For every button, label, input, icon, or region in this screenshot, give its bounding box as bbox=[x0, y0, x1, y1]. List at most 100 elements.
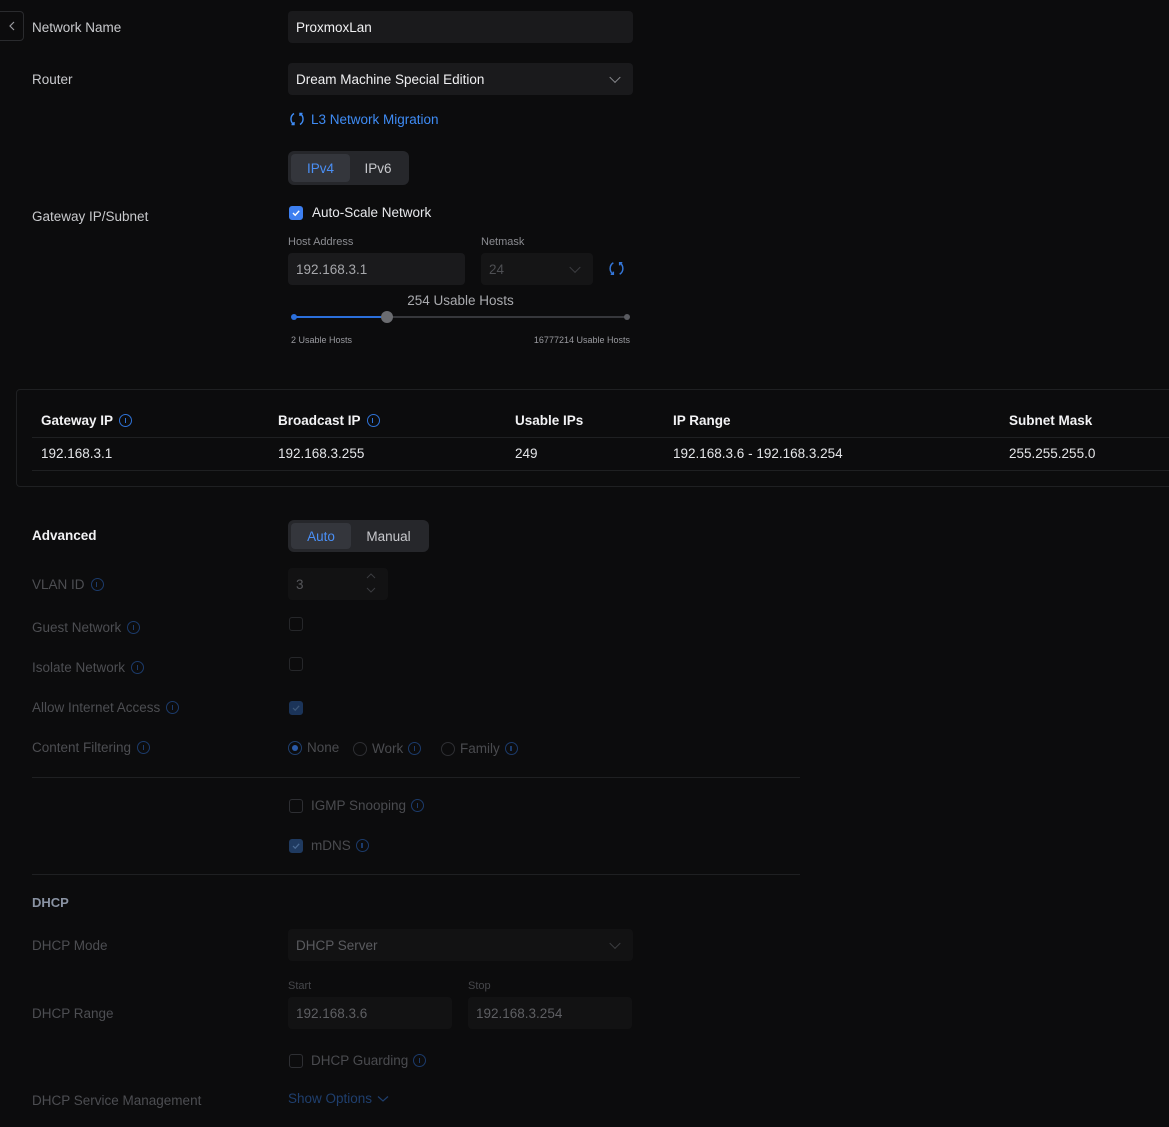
info-icon[interactable] bbox=[127, 621, 141, 634]
column-header-label: Gateway IP bbox=[41, 413, 114, 428]
host-address-input[interactable]: 192.168.3.1 bbox=[288, 253, 465, 285]
info-icon[interactable] bbox=[413, 1054, 427, 1067]
ip-version-ipv6[interactable]: IPv6 bbox=[350, 154, 406, 182]
section-divider bbox=[32, 777, 800, 778]
dhcp-mode-select[interactable]: DHCP Server bbox=[288, 929, 633, 961]
column-header-subnet-mask: Subnet Mask bbox=[1009, 413, 1093, 428]
mdns-label: mDNS bbox=[311, 838, 369, 853]
check-icon bbox=[292, 843, 300, 850]
sync-icon bbox=[290, 112, 304, 126]
radio-none[interactable] bbox=[288, 740, 302, 755]
vlan-id-value: 3 bbox=[296, 576, 304, 592]
allow-internet-checkbox[interactable] bbox=[289, 701, 303, 715]
host-address-value: 192.168.3.1 bbox=[296, 261, 368, 277]
ip-version-ipv4[interactable]: IPv4 bbox=[291, 154, 350, 182]
stepper-down-icon[interactable] bbox=[366, 586, 376, 594]
section-divider bbox=[32, 874, 800, 875]
back-button[interactable] bbox=[0, 11, 24, 41]
netmask-value: 24 bbox=[489, 261, 505, 277]
info-icon[interactable] bbox=[119, 414, 133, 427]
slider-min-label: 2 Usable Hosts bbox=[291, 335, 353, 345]
gateway-subnet-label: Gateway IP/Subnet bbox=[32, 209, 149, 224]
content-filter-none[interactable]: None bbox=[288, 740, 339, 755]
chevron-down-icon bbox=[569, 261, 581, 274]
router-select[interactable]: Dream Machine Special Edition bbox=[288, 63, 633, 95]
show-options-link[interactable]: Show Options bbox=[288, 1091, 389, 1106]
mdns-text: mDNS bbox=[311, 838, 351, 853]
igmp-snooping-label: IGMP Snooping bbox=[311, 798, 425, 813]
info-icon[interactable] bbox=[366, 414, 380, 427]
router-label: Router bbox=[32, 72, 73, 87]
info-icon[interactable] bbox=[90, 578, 104, 591]
network-name-input[interactable]: ProxmoxLan bbox=[288, 11, 633, 43]
cell-usable-ips: 249 bbox=[515, 446, 538, 461]
network-summary-table bbox=[16, 389, 1169, 487]
mdns-checkbox[interactable] bbox=[289, 839, 303, 853]
guest-network-checkbox[interactable] bbox=[289, 617, 303, 631]
dhcp-guarding-text: DHCP Guarding bbox=[311, 1053, 409, 1068]
isolate-network-text: Isolate Network bbox=[32, 660, 126, 675]
usable-hosts-value: 254 Usable Hosts bbox=[407, 293, 514, 308]
refresh-netmask-button[interactable] bbox=[607, 259, 626, 281]
show-options-label: Show Options bbox=[288, 1091, 373, 1106]
info-icon[interactable] bbox=[411, 799, 425, 812]
content-filter-work[interactable]: Work bbox=[353, 741, 422, 756]
netmask-label: Netmask bbox=[481, 236, 525, 248]
netmask-select[interactable]: 24 bbox=[481, 253, 593, 285]
vlan-id-text: VLAN ID bbox=[32, 577, 85, 592]
radio-work[interactable] bbox=[353, 741, 367, 756]
dhcp-stop-input[interactable]: 192.168.3.254 bbox=[468, 997, 632, 1029]
column-header-broadcast-ip: Broadcast IP bbox=[278, 413, 380, 428]
info-icon[interactable] bbox=[504, 742, 518, 755]
vlan-id-stepper[interactable]: 3 bbox=[288, 568, 388, 600]
router-value: Dream Machine Special Edition bbox=[296, 71, 485, 87]
dhcp-stop-label: Stop bbox=[468, 980, 491, 992]
advanced-label: Advanced bbox=[32, 528, 97, 543]
dhcp-section-title: DHCP bbox=[32, 895, 69, 910]
slider-fill bbox=[294, 316, 388, 318]
dhcp-service-management-label: DHCP Service Management bbox=[32, 1093, 202, 1108]
info-icon[interactable] bbox=[408, 742, 422, 755]
table-divider bbox=[32, 437, 1169, 438]
column-header-gateway-ip: Gateway IP bbox=[41, 413, 133, 428]
info-icon[interactable] bbox=[131, 661, 145, 674]
dhcp-start-value: 192.168.3.6 bbox=[296, 1005, 368, 1021]
auto-scale-checkbox[interactable] bbox=[289, 206, 303, 220]
vlan-id-label: VLAN ID bbox=[32, 577, 104, 592]
dhcp-start-label: Start bbox=[288, 980, 312, 992]
check-icon bbox=[292, 705, 300, 712]
advanced-mode-toggle: Auto Manual bbox=[288, 520, 429, 552]
radio-family[interactable] bbox=[441, 741, 455, 756]
dhcp-guarding-checkbox[interactable] bbox=[289, 1054, 303, 1068]
info-icon[interactable] bbox=[166, 701, 180, 714]
content-filtering-text: Content Filtering bbox=[32, 740, 132, 755]
slider-thumb[interactable] bbox=[381, 311, 394, 323]
column-header-usable-ips: Usable IPs bbox=[515, 413, 584, 428]
cell-ip-range: 192.168.3.6 - 192.168.3.254 bbox=[673, 446, 843, 461]
auto-scale-label: Auto-Scale Network bbox=[312, 205, 432, 220]
info-icon[interactable] bbox=[355, 839, 369, 852]
advanced-mode-manual[interactable]: Manual bbox=[351, 523, 426, 549]
slider-max-label: 16777214 Usable Hosts bbox=[533, 335, 630, 345]
dhcp-mode-label: DHCP Mode bbox=[32, 938, 108, 953]
dhcp-stop-value: 192.168.3.254 bbox=[476, 1005, 563, 1021]
l3-network-migration-link[interactable]: L3 Network Migration bbox=[288, 110, 439, 128]
column-header-ip-range: IP Range bbox=[673, 413, 731, 428]
host-address-label: Host Address bbox=[288, 236, 354, 248]
network-name-label: Network Name bbox=[32, 20, 122, 35]
allow-internet-label: Allow Internet Access bbox=[32, 700, 180, 715]
radio-work-label: Work bbox=[372, 741, 404, 756]
dhcp-start-input[interactable]: 192.168.3.6 bbox=[288, 997, 452, 1029]
advanced-mode-auto[interactable]: Auto bbox=[291, 523, 351, 549]
stepper-up-icon[interactable] bbox=[366, 572, 376, 580]
network-name-value: ProxmoxLan bbox=[296, 19, 372, 35]
info-icon[interactable] bbox=[137, 741, 151, 754]
isolate-network-checkbox[interactable] bbox=[289, 657, 303, 671]
slider-min-dot bbox=[291, 314, 297, 320]
igmp-snooping-text: IGMP Snooping bbox=[311, 798, 407, 813]
guest-network-label: Guest Network bbox=[32, 620, 141, 635]
content-filter-family[interactable]: Family bbox=[441, 741, 518, 756]
ip-version-toggle: IPv4 IPv6 bbox=[288, 151, 409, 185]
chevron-down-icon bbox=[609, 71, 621, 84]
igmp-snooping-checkbox[interactable] bbox=[289, 799, 303, 813]
